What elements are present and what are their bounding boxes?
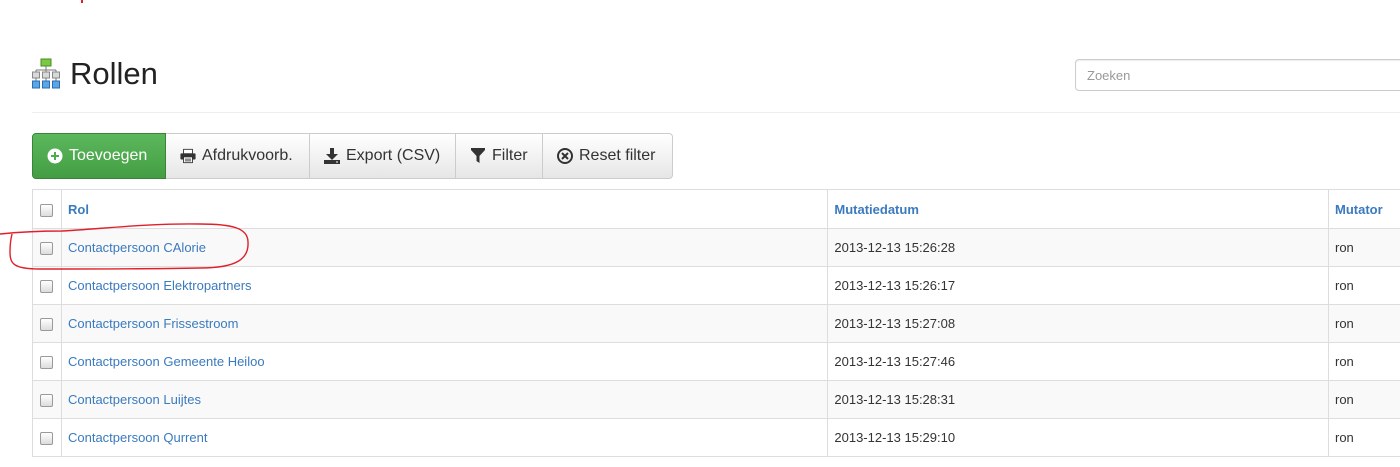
export-csv-label: Export (CSV)	[346, 147, 441, 164]
filter-button[interactable]: Filter	[456, 133, 543, 179]
rol-link[interactable]: Contactpersoon Frissestroom	[68, 316, 239, 331]
page-title: Rollen	[70, 56, 158, 91]
roles-table: Rol Mutatiedatum Mutator Contactpersoon …	[32, 189, 1400, 457]
column-header-rol[interactable]: Rol	[60, 189, 829, 229]
row-check-cell	[32, 266, 62, 305]
row-checkbox[interactable]	[40, 356, 54, 370]
funnel-icon	[470, 148, 486, 164]
annotation-dot	[81, 0, 83, 3]
select-all-cell	[32, 189, 62, 229]
table-header-row: Rol Mutatiedatum Mutator	[32, 189, 1400, 229]
row-checkbox[interactable]	[40, 242, 54, 256]
filter-label: Filter	[492, 147, 528, 164]
reset-filter-button[interactable]: Reset filter	[543, 133, 673, 179]
search-box	[1075, 59, 1400, 91]
mutator-cell: ron	[1328, 342, 1400, 381]
page-header: Rollen	[32, 54, 158, 94]
row-check-cell	[32, 342, 62, 381]
printer-icon	[180, 148, 196, 164]
date-cell: 2013-12-13 15:27:46	[827, 342, 1329, 381]
date-cell: 2013-12-13 15:26:28	[827, 228, 1329, 267]
rol-link[interactable]: Contactpersoon CAlorie	[68, 240, 206, 255]
rol-link[interactable]: Contactpersoon Elektropartners	[68, 278, 252, 293]
date-cell: 2013-12-13 15:28:31	[827, 380, 1329, 419]
date-cell: 2013-12-13 15:26:17	[827, 266, 1329, 305]
mutator-cell: ron	[1328, 266, 1400, 305]
rol-cell: Contactpersoon Elektropartners	[60, 266, 829, 305]
row-checkbox[interactable]	[40, 280, 54, 294]
rol-cell: Contactpersoon CAlorie	[60, 228, 829, 267]
search-input[interactable]	[1076, 60, 1400, 90]
select-all-checkbox[interactable]	[40, 203, 54, 217]
rol-link[interactable]: Contactpersoon Qurrent	[68, 430, 207, 445]
mutator-cell: ron	[1328, 228, 1400, 267]
row-check-cell	[32, 304, 62, 343]
export-csv-button[interactable]: Export (CSV)	[310, 133, 456, 179]
table-row: Contactpersoon CAlorie 2013-12-13 15:26:…	[32, 228, 1400, 267]
table-row: Contactpersoon Frissestroom 2013-12-13 1…	[32, 304, 1400, 343]
rol-cell: Contactpersoon Luijtes	[60, 380, 829, 419]
column-header-mutatiedatum[interactable]: Mutatiedatum	[827, 189, 1329, 229]
rol-link[interactable]: Contactpersoon Gemeente Heiloo	[68, 354, 265, 369]
date-cell: 2013-12-13 15:29:10	[827, 418, 1329, 457]
row-checkbox[interactable]	[40, 432, 54, 446]
add-button[interactable]: Toevoegen	[32, 133, 166, 179]
row-check-cell	[32, 228, 62, 267]
row-check-cell	[32, 380, 62, 419]
rol-cell: Contactpersoon Gemeente Heiloo	[60, 342, 829, 381]
header-divider	[32, 112, 1400, 113]
row-checkbox[interactable]	[40, 318, 54, 332]
table-row: Contactpersoon Luijtes 2013-12-13 15:28:…	[32, 380, 1400, 419]
add-button-label: Toevoegen	[69, 147, 148, 164]
mutator-cell: ron	[1328, 418, 1400, 457]
mutator-cell: ron	[1328, 304, 1400, 343]
page: Rollen Toevoegen Afdrukvoorb. Export (CS…	[0, 0, 1400, 467]
mutator-cell: ron	[1328, 380, 1400, 419]
toolbar: Toevoegen Afdrukvoorb. Export (CSV) Filt…	[32, 133, 673, 179]
print-preview-label: Afdrukvoorb.	[202, 147, 293, 164]
row-checkbox[interactable]	[40, 394, 54, 408]
plus-circle-icon	[47, 148, 63, 164]
table-row: Contactpersoon Gemeente Heiloo 2013-12-1…	[32, 342, 1400, 381]
remove-circle-icon	[557, 148, 573, 164]
rol-cell: Contactpersoon Frissestroom	[60, 304, 829, 343]
table-row: Contactpersoon Elektropartners 2013-12-1…	[32, 266, 1400, 305]
download-icon	[324, 148, 340, 164]
rol-link[interactable]: Contactpersoon Luijtes	[68, 392, 201, 407]
row-check-cell	[32, 418, 62, 457]
table-row: Contactpersoon Qurrent 2013-12-13 15:29:…	[32, 418, 1400, 457]
date-cell: 2013-12-13 15:27:08	[827, 304, 1329, 343]
org-chart-icon	[32, 58, 60, 89]
rol-cell: Contactpersoon Qurrent	[60, 418, 829, 457]
reset-filter-label: Reset filter	[579, 147, 656, 164]
print-preview-button[interactable]: Afdrukvoorb.	[166, 133, 310, 179]
column-header-mutator[interactable]: Mutator	[1328, 189, 1400, 229]
